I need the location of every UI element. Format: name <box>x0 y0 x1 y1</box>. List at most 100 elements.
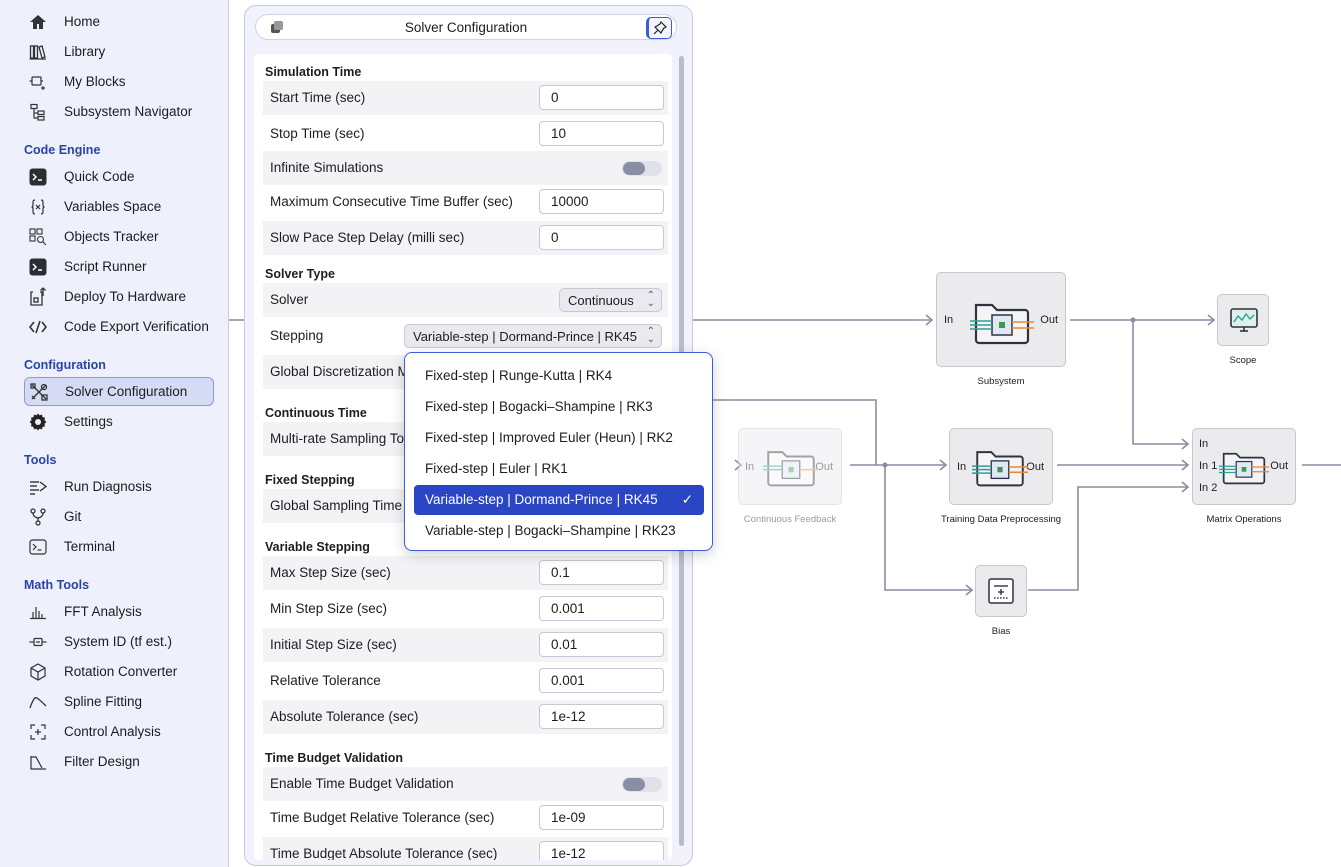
min-step-input[interactable]: 0.001 <box>539 596 664 621</box>
sidebar-item-label: Terminal <box>64 539 116 554</box>
sidebar-item-solver-configuration[interactable]: Solver Configuration <box>24 377 214 406</box>
bias-block[interactable] <box>975 565 1027 617</box>
dropdown-option-selected[interactable]: Variable-step | Dormand-Prince | RK45 ✓ <box>414 485 704 515</box>
start-time-input[interactable]: 0 <box>539 85 664 110</box>
sidebar-item-script-runner[interactable]: Script Runner <box>24 252 214 281</box>
matrix-operations-block[interactable]: In In 1 In 2 Out <box>1192 428 1296 505</box>
pin-button[interactable] <box>646 17 672 39</box>
section-fixed-stepping: Fixed Stepping <box>265 473 355 487</box>
initial-step-input[interactable]: 0.01 <box>539 632 664 657</box>
dropdown-option[interactable]: Fixed-step | Euler | RK1 <box>414 454 704 484</box>
dropdown-option[interactable]: Fixed-step | Bogacki–Shampine | RK3 <box>414 392 704 422</box>
terminal-icon <box>28 167 48 187</box>
stepping-label: Stepping <box>270 328 324 343</box>
row-stepping: Stepping Variable-step | Dormand-Prince … <box>263 319 668 353</box>
sidebar-item-settings[interactable]: Settings <box>24 407 214 436</box>
enable-time-budget-label: Enable Time Budget Validation <box>270 776 454 791</box>
library-icon <box>28 42 48 62</box>
row-stop-time: Stop Time (sec) 10 <box>263 117 668 151</box>
updown-chevron-icon: ⌃ ⌄ <box>646 290 655 309</box>
min-step-label: Min Step Size (sec) <box>270 601 388 616</box>
max-buffer-input[interactable]: 10000 <box>539 189 664 214</box>
port-out: Out <box>1040 314 1058 326</box>
subsystem-label: Subsystem <box>977 376 1025 387</box>
sidebar-item-label: Script Runner <box>64 259 147 274</box>
sidebar-item-my-blocks[interactable]: My Blocks <box>24 67 214 96</box>
row-time-budget-relative: Time Budget Relative Tolerance (sec) 1e-… <box>263 801 668 835</box>
relative-tolerance-input[interactable]: 0.001 <box>539 668 664 693</box>
feedback-folder-icon <box>763 451 819 487</box>
matrix-folder-icon <box>1219 452 1269 485</box>
sidebar-item-system-id[interactable]: System ID (tf est.) <box>24 627 214 656</box>
absolute-tolerance-label: Absolute Tolerance (sec) <box>270 709 419 724</box>
training-folder-icon <box>972 451 1028 487</box>
port-out: Out <box>1270 460 1288 472</box>
dropdown-option[interactable]: Fixed-step | Improved Euler (Heun) | RK2 <box>414 423 704 453</box>
sidebar-item-label: Code Export Verification <box>64 319 209 334</box>
sidebar-item-fft-analysis[interactable]: FFT Analysis <box>24 597 214 626</box>
git-branch-icon <box>28 507 48 527</box>
sidebar-item-objects-tracker[interactable]: Objects Tracker <box>24 222 214 251</box>
port-in-2: In 2 <box>1199 482 1218 494</box>
spline-icon <box>28 692 48 712</box>
sidebar-item-control-analysis[interactable]: Control Analysis <box>24 717 214 746</box>
sidebar-item-terminal[interactable]: Terminal <box>24 532 214 561</box>
sidebar-item-library[interactable]: Library <box>24 37 214 66</box>
stepping-select[interactable]: Variable-step | Dormand-Prince | RK45 ⌃ ⌄ <box>404 324 662 348</box>
objects-tracker-icon <box>28 227 48 247</box>
enable-time-budget-toggle[interactable] <box>622 777 662 792</box>
wire <box>1132 320 1188 445</box>
option-label: Fixed-step | Bogacki–Shampine | RK3 <box>425 399 653 414</box>
sidebar-item-run-diagnosis[interactable]: Run Diagnosis <box>24 472 214 501</box>
max-buffer-label: Maximum Consecutive Time Buffer (sec) <box>270 194 513 209</box>
panel-drag-icon[interactable] <box>270 20 284 37</box>
sidebar-item-label: System ID (tf est.) <box>64 634 173 649</box>
section-solver-type: Solver Type <box>265 267 335 281</box>
port-in: In <box>745 461 755 473</box>
port-in: In <box>1199 438 1209 450</box>
stop-time-input[interactable]: 10 <box>539 121 664 146</box>
sidebar-item-code-export-verification[interactable]: Code Export Verification <box>24 312 214 341</box>
sidebar-item-home[interactable]: Home <box>24 7 214 36</box>
dropdown-option[interactable]: Variable-step | Bogacki–Shampine | RK23 <box>414 516 704 546</box>
scope-block[interactable] <box>1217 294 1269 346</box>
terminal-outline-icon <box>28 537 48 557</box>
multi-rate-label: Multi-rate Sampling To <box>270 431 405 446</box>
dropdown-option[interactable]: Fixed-step | Runge-Kutta | RK4 <box>414 361 704 391</box>
sidebar-item-git[interactable]: Git <box>24 502 214 531</box>
section-heading-math-tools: Math Tools <box>24 578 90 592</box>
section-time-budget: Time Budget Validation <box>265 751 403 765</box>
time-budget-absolute-input[interactable]: 1e-12 <box>539 841 664 860</box>
training-label: Training Data Preprocessing <box>940 514 1062 525</box>
option-label: Variable-step | Dormand-Prince | RK45 <box>425 492 658 507</box>
sidebar-item-filter-design[interactable]: Filter Design <box>24 747 214 776</box>
time-budget-relative-input[interactable]: 1e-09 <box>539 805 664 830</box>
sidebar-item-subsystem-navigator[interactable]: Subsystem Navigator <box>24 97 214 126</box>
row-enable-time-budget: Enable Time Budget Validation <box>263 767 668 801</box>
sidebar-item-label: Objects Tracker <box>64 229 159 244</box>
port-in: In <box>957 461 967 473</box>
stepping-select-value: Variable-step | Dormand-Prince | RK45 <box>413 328 637 344</box>
training-block[interactable]: In Out <box>949 428 1053 505</box>
solver-select[interactable]: Continuous ⌃ ⌄ <box>559 288 662 312</box>
sidebar-item-rotation-converter[interactable]: Rotation Converter <box>24 657 214 686</box>
sidebar-item-spline-fitting[interactable]: Spline Fitting <box>24 687 214 716</box>
sidebar-item-variables-space[interactable]: Variables Space <box>24 192 214 221</box>
slow-pace-input[interactable]: 0 <box>539 225 664 250</box>
sidebar-item-deploy-to-hardware[interactable]: Deploy To Hardware <box>24 282 214 311</box>
bias-icon <box>988 578 1014 604</box>
row-max-step: Max Step Size (sec) 0.1 <box>263 556 668 590</box>
row-min-step: Min Step Size (sec) 0.001 <box>263 592 668 626</box>
sidebar-item-quick-code[interactable]: Quick Code <box>24 162 214 191</box>
absolute-tolerance-input[interactable]: 1e-12 <box>539 704 664 729</box>
subsystem-block[interactable]: In Out <box>936 272 1066 367</box>
infinite-simulations-toggle[interactable] <box>622 161 662 176</box>
max-step-input[interactable]: 0.1 <box>539 560 664 585</box>
tools-icon <box>29 382 49 402</box>
sidebar-item-label: Home <box>64 14 101 29</box>
time-budget-relative-label: Time Budget Relative Tolerance (sec) <box>270 810 495 825</box>
start-time-label: Start Time (sec) <box>270 90 366 105</box>
continuous-feedback-block[interactable]: In Out <box>738 428 842 505</box>
port-in: In <box>944 314 954 326</box>
system-id-icon <box>28 632 48 652</box>
